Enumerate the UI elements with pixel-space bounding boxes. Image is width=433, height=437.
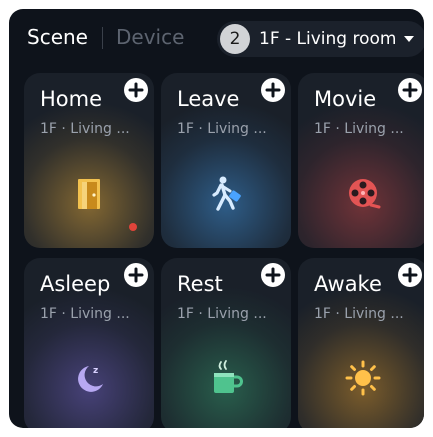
scene-subtitle: 1F · Living ...: [40, 121, 130, 137]
scene-card-asleep[interactable]: Asleep 1F · Living ... z: [24, 258, 154, 428]
add-icon[interactable]: [261, 78, 285, 102]
scene-card-rest[interactable]: Rest 1F · Living ...: [161, 258, 291, 428]
tab-scene[interactable]: Scene: [27, 25, 88, 49]
scene-card-home[interactable]: Home 1F · Living ...: [24, 73, 154, 248]
scene-title: Home: [40, 87, 103, 111]
add-icon[interactable]: [398, 263, 422, 287]
sun-icon: [343, 358, 383, 398]
tab-device[interactable]: Device: [116, 25, 184, 49]
room-label: 1F - Living room: [259, 29, 397, 49]
scene-title: Movie: [314, 87, 377, 111]
scene-title: Asleep: [40, 272, 111, 296]
scene-subtitle: 1F · Living ...: [40, 306, 130, 322]
add-icon[interactable]: [261, 263, 285, 287]
scene-subtitle: 1F · Living ...: [177, 121, 267, 137]
scene-card-leave[interactable]: Leave 1F · Living ...: [161, 73, 291, 248]
room-badge: 2: [220, 24, 250, 54]
add-icon[interactable]: [124, 78, 148, 102]
add-icon[interactable]: [124, 263, 148, 287]
scene-title: Leave: [177, 87, 240, 111]
scene-subtitle: 1F · Living ...: [314, 306, 404, 322]
scene-screen: Scene Device 2 1F - Living room Home 1F …: [9, 9, 424, 428]
scene-card-movie[interactable]: Movie 1F · Living ...: [298, 73, 424, 248]
door-icon: [69, 173, 109, 213]
coffee-cup-icon: [206, 358, 246, 398]
scene-title: Awake: [314, 272, 382, 296]
scene-title: Rest: [177, 272, 223, 296]
tab-divider: [102, 27, 103, 49]
walking-person-icon: [206, 173, 246, 213]
scene-subtitle: 1F · Living ...: [314, 121, 404, 137]
film-reel-icon: [343, 173, 383, 213]
svg-text:z: z: [93, 366, 98, 376]
caret-down-icon: [404, 36, 415, 42]
alert-dot: [129, 223, 137, 231]
scene-subtitle: 1F · Living ...: [177, 306, 267, 322]
moon-icon: z: [69, 358, 109, 398]
top-bar: Scene Device 2 1F - Living room: [9, 9, 424, 69]
add-icon[interactable]: [398, 78, 422, 102]
scene-card-awake[interactable]: Awake 1F · Living ...: [298, 258, 424, 428]
room-selector[interactable]: 2 1F - Living room: [217, 21, 424, 57]
